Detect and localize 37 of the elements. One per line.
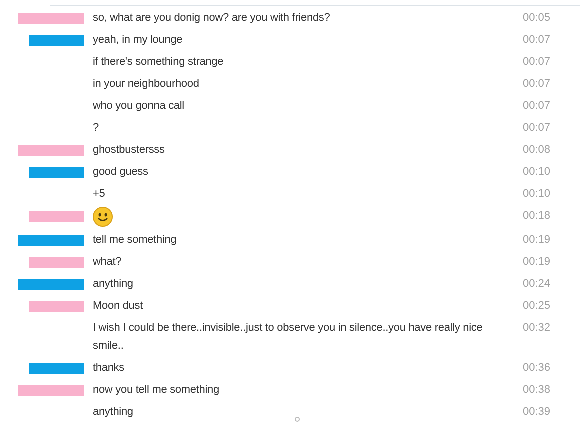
message-time: 00:36 [523, 361, 551, 376]
message-text: ghostbustersss [93, 144, 165, 156]
dot-icon [295, 417, 300, 422]
message-time: 00:18 [523, 209, 551, 224]
message-time: 00:10 [523, 165, 551, 180]
message-text: yeah, in my lounge [93, 34, 183, 46]
message-text: anything [93, 406, 134, 418]
message-time: 00:38 [523, 383, 551, 398]
message-time: 00:19 [523, 255, 551, 270]
message-text: in your neighbourhood [93, 78, 200, 90]
message-time: 00:10 [523, 187, 551, 202]
message-time: 00:25 [523, 299, 551, 314]
message-time: 00:05 [523, 11, 551, 26]
message-time: 00:07 [523, 33, 551, 48]
message-time: 00:07 [523, 121, 551, 136]
message-text: I wish I could be there..invisible..just to observe you in silence..you have really nice smile.. [93, 322, 483, 352]
smiley-icon [93, 207, 113, 227]
message-time: 00:32 [523, 321, 551, 336]
message-time: 00:07 [523, 77, 551, 92]
message-text: anything [93, 278, 134, 290]
message-text: Moon dust [93, 300, 144, 312]
message-text: thanks [93, 362, 125, 374]
message-text: +5 [93, 188, 106, 200]
message-time: 00:39 [523, 405, 551, 420]
message-text: who you gonna call [93, 100, 184, 112]
message-text: now you tell me something [93, 384, 220, 396]
message-text: so, what are you donig now? are you with friends? [93, 12, 330, 24]
message-text: if there's something strange [93, 56, 224, 68]
message-time: 00:08 [523, 143, 551, 158]
message-time: 00:07 [523, 55, 551, 70]
message-text: ? [93, 122, 99, 134]
message-time: 00:19 [523, 233, 551, 248]
message-text: tell me something [93, 234, 177, 246]
message-text: good guess [93, 166, 148, 178]
message-text: what? [93, 256, 122, 268]
message-time: 00:07 [523, 99, 551, 114]
message-time: 00:24 [523, 277, 551, 292]
